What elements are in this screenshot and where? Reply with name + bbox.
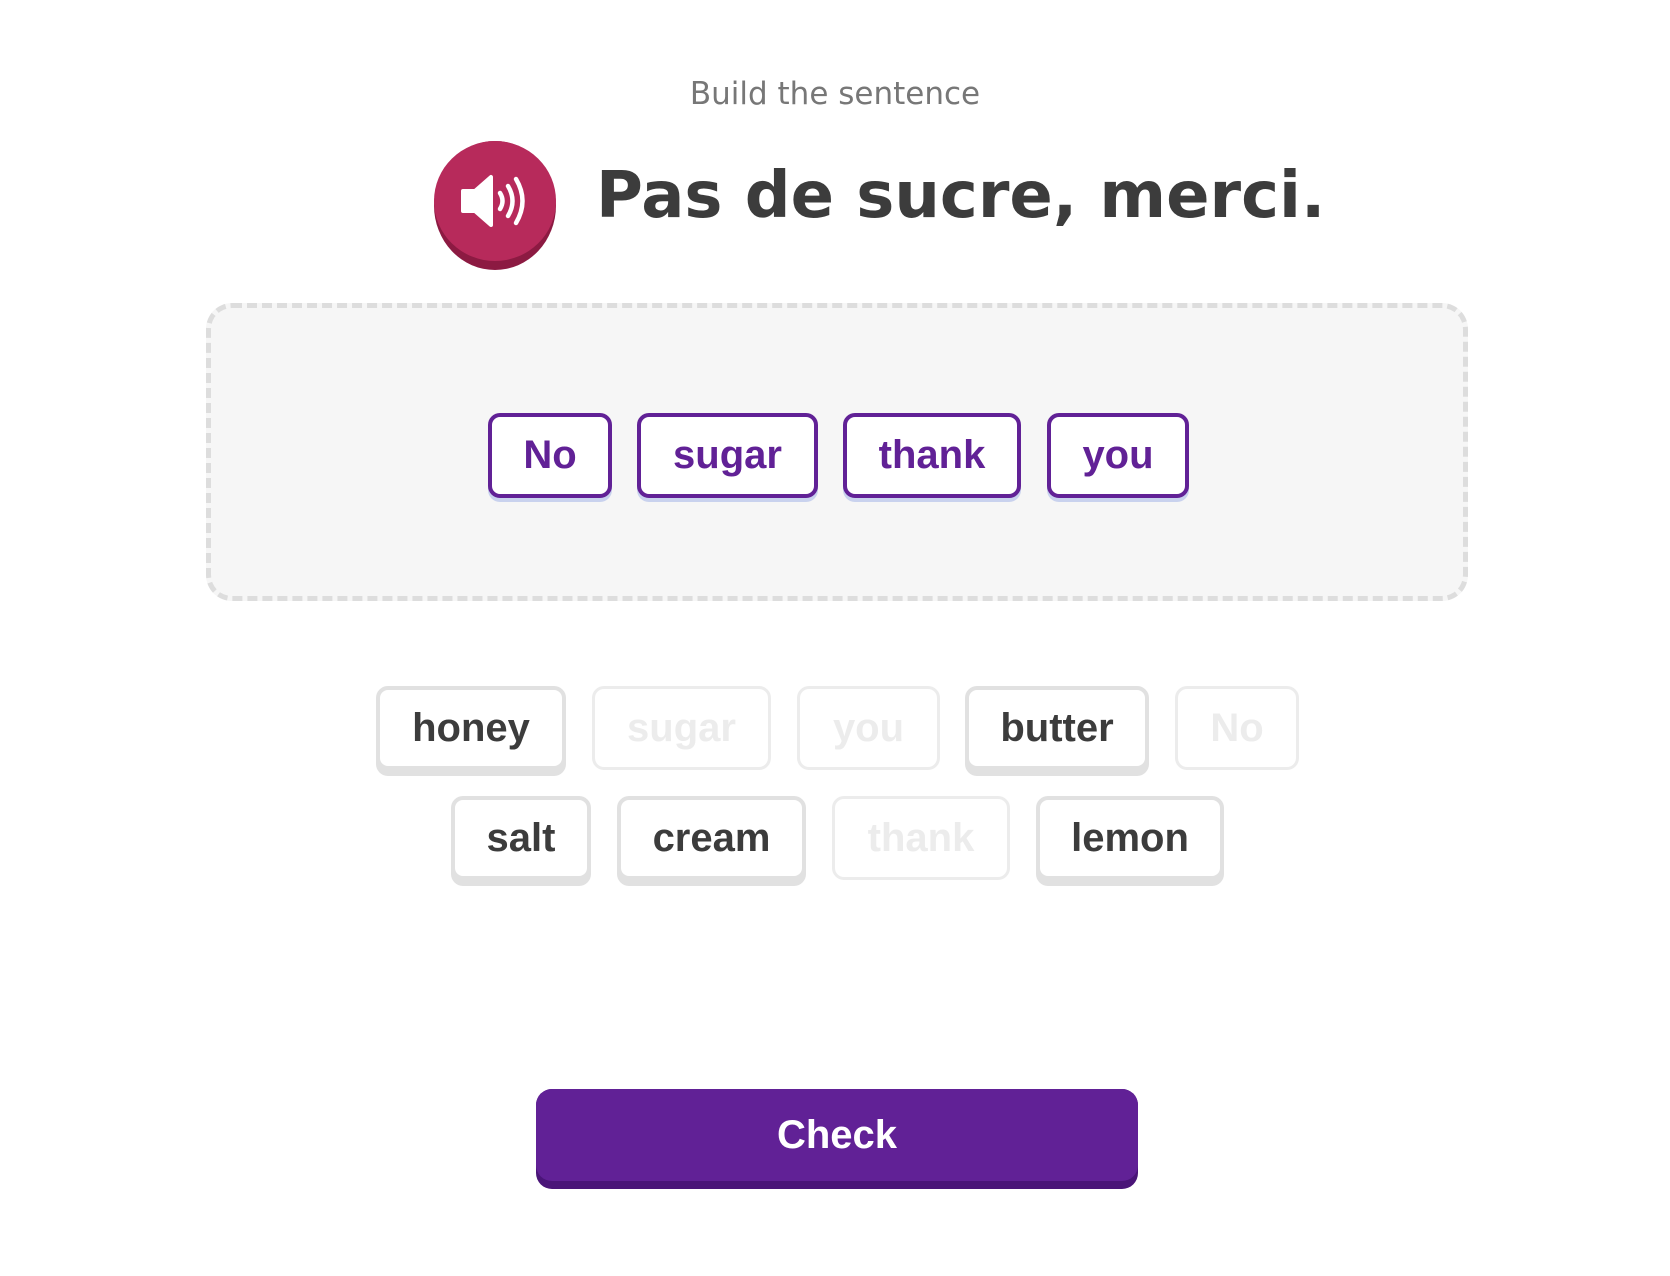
word-bank-tile[interactable]: lemon xyxy=(1036,796,1224,880)
answer-tile[interactable]: No xyxy=(488,413,612,498)
word-bank-tile-used: you xyxy=(797,686,940,770)
answer-tile[interactable]: sugar xyxy=(637,413,818,498)
speaker-icon xyxy=(461,175,525,227)
word-bank-tile[interactable]: butter xyxy=(965,686,1149,770)
prompt-sentence: Pas de sucre, merci. xyxy=(596,159,1326,233)
answer-tile[interactable]: thank xyxy=(843,413,1021,498)
word-bank-tile-used: sugar xyxy=(592,686,771,770)
instruction-text: Build the sentence xyxy=(689,76,981,112)
word-bank-tile-used: No xyxy=(1175,686,1299,770)
check-button-label: Check xyxy=(536,1089,1138,1181)
answer-area[interactable] xyxy=(206,303,1468,601)
answer-tile[interactable]: you xyxy=(1047,413,1189,498)
check-button[interactable]: Check xyxy=(536,1089,1138,1189)
play-audio-button-face xyxy=(434,141,556,261)
play-audio-button[interactable] xyxy=(434,141,556,270)
word-bank-tile[interactable]: salt xyxy=(451,796,591,880)
word-bank-tile[interactable]: cream xyxy=(617,796,806,880)
word-bank-tile[interactable]: honey xyxy=(376,686,566,770)
word-bank-tile-used: thank xyxy=(832,796,1010,880)
